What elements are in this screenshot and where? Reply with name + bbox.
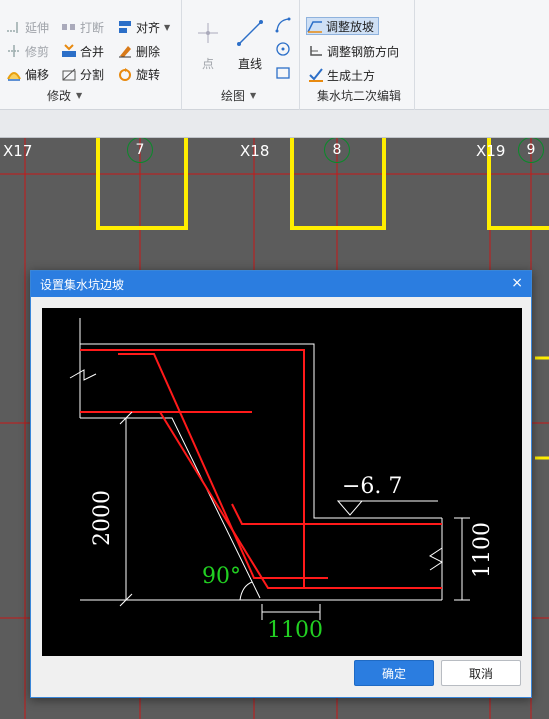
pit-edit-group: 调整放坡 调整钢筋方向 生成土方 集水坑二次编辑	[300, 0, 415, 110]
angle-label: 90°	[202, 564, 241, 589]
delete-button[interactable]: 删除	[117, 42, 160, 60]
axis-number-8: 8	[324, 138, 350, 163]
chevron-down-icon: ▼	[76, 91, 83, 100]
adjust-slope-button[interactable]: 调整放坡	[306, 17, 380, 35]
merge-icon	[61, 43, 77, 59]
line-button[interactable]: 直线	[232, 18, 268, 74]
modify-group-label[interactable]: 修改 ▼	[47, 87, 82, 104]
trim-button[interactable]: 修剪	[6, 42, 49, 60]
earthwork-icon	[308, 67, 324, 83]
grid-label-x19: X19	[476, 142, 506, 160]
rebar-direction-icon	[308, 43, 324, 59]
offset-button[interactable]: 偏移	[6, 65, 49, 83]
split-icon	[61, 66, 77, 82]
circle-icon	[276, 42, 290, 56]
pit-edit-group-label: 集水坑二次编辑	[317, 89, 402, 103]
slope-section-drawing	[69, 318, 470, 620]
elevation-label: −6. 7	[342, 474, 403, 499]
adjust-rebar-direction-button[interactable]: 调整钢筋方向	[308, 42, 399, 60]
side-height-label: 1100	[470, 522, 495, 578]
slope-diagram: −6. 7 2000 90° 1100 1100	[42, 308, 522, 656]
line-icon	[237, 20, 263, 46]
bottom-width-label: 1100	[267, 618, 323, 643]
close-icon[interactable]: ×	[511, 275, 523, 291]
cancel-button[interactable]: 取消	[441, 660, 521, 686]
slope-icon	[307, 18, 323, 34]
circle-button[interactable]	[274, 40, 292, 58]
set-pit-slope-dialog: 设置集水坑边坡 × −6. 7 2000 90° 1100 1100 确定 取消	[30, 270, 532, 698]
extend-icon	[6, 19, 22, 35]
axis-number-7: 7	[127, 138, 153, 163]
rectangle-button[interactable]	[274, 64, 292, 82]
rotate-icon	[117, 66, 133, 82]
trim-icon	[6, 43, 22, 59]
chevron-down-icon: ▼	[164, 22, 171, 32]
modify-group: 延伸 打断 对齐 ▼ 修剪 合并 删除 偏移 分割 旋转 修改 ▼	[0, 0, 182, 110]
ribbon: 延伸 打断 对齐 ▼ 修剪 合并 删除 偏移 分割 旋转 修改 ▼ 点 直线 绘…	[0, 0, 549, 110]
eraser-icon	[117, 43, 133, 59]
point-button[interactable]: 点	[192, 18, 224, 74]
grid-label-x17: X17	[3, 142, 33, 160]
depth-label: 2000	[90, 490, 115, 546]
extend-button[interactable]: 延伸	[6, 18, 49, 36]
rectangle-icon	[276, 67, 290, 79]
axis-number-9: 9	[518, 138, 544, 163]
draw-group: 点 直线 绘图 ▼	[182, 0, 300, 110]
align-icon	[117, 19, 133, 35]
align-button[interactable]: 对齐 ▼	[117, 18, 170, 36]
split-button[interactable]: 分割	[61, 65, 104, 83]
offset-icon	[6, 66, 22, 82]
merge-button[interactable]: 合并	[61, 42, 104, 60]
grid-label-x18: X18	[240, 142, 270, 160]
break-button[interactable]: 打断	[61, 18, 104, 36]
ok-button[interactable]: 确定	[354, 660, 434, 686]
dialog-titlebar[interactable]: 设置集水坑边坡 ×	[31, 271, 531, 297]
point-icon	[198, 23, 218, 43]
generate-earthwork-button[interactable]: 生成土方	[308, 66, 375, 84]
break-icon	[61, 19, 77, 35]
arc-button[interactable]	[274, 16, 292, 34]
tab-strip	[0, 110, 549, 138]
dialog-title: 设置集水坑边坡	[40, 277, 125, 292]
draw-group-label[interactable]: 绘图 ▼	[221, 87, 256, 104]
chevron-down-icon: ▼	[250, 91, 257, 100]
arc-icon	[275, 17, 291, 33]
rotate-button[interactable]: 旋转	[117, 65, 160, 83]
